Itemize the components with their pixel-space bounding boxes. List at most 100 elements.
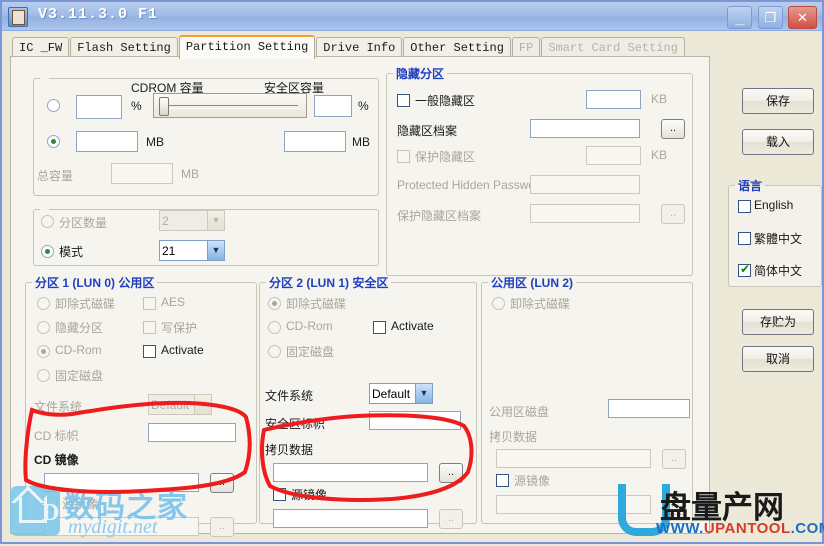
lun0-write-protect-checkbox	[143, 321, 156, 334]
partition-mode-select[interactable]: 21	[159, 240, 225, 261]
protected-hidden-file-label: 保护隐藏区档案	[397, 209, 482, 223]
save-button[interactable]: 保存	[742, 88, 814, 114]
lun0-legend: 分区 1 (LUN 0) 公用区	[35, 276, 155, 290]
lun0-aes-label: AES	[161, 295, 186, 309]
lun0-activate-checkbox[interactable]	[143, 345, 156, 358]
lun1-filesystem-label: 文件系统	[265, 389, 314, 403]
secure-mb-input[interactable]	[284, 131, 346, 152]
language-simplified-chinese-label: 简体中文	[754, 264, 803, 278]
lun0-cdrom-radio	[37, 345, 50, 358]
protected-hidden-password-input	[530, 175, 640, 194]
lun1-cdrom-label: CD-Rom	[286, 319, 333, 333]
lun1-source-image-browse-button: ..	[439, 509, 463, 529]
lun0-filesystem-label: 文件系统	[34, 400, 83, 414]
normal-hidden-checkbox[interactable]	[397, 94, 410, 107]
total-capacity-unit: MB	[181, 167, 199, 181]
lun0-cd-image-input[interactable]	[44, 473, 199, 492]
protected-hidden-file-browse-button: ..	[661, 204, 685, 224]
partition-count-label: 分区数量	[59, 216, 108, 230]
lun0-cd-label-label: CD 标帜	[34, 429, 79, 443]
title-bar: V3.11.3.0 F1 _ ❐ ✕	[2, 2, 822, 31]
lun0-hidden-label: 隐藏分区	[55, 321, 104, 335]
lun2-removable-radio	[492, 297, 505, 310]
protected-hidden-file-input	[530, 204, 640, 223]
lun2-source-image-label: 源镜像	[514, 474, 551, 488]
capacity-mb-radio[interactable]	[47, 135, 60, 148]
normal-hidden-size-input[interactable]	[586, 90, 641, 109]
lun2-source-image-input	[496, 495, 651, 514]
language-simplified-chinese-checkbox[interactable]	[738, 262, 751, 277]
cancel-button[interactable]: 取消	[742, 346, 814, 372]
window-title: V3.11.3.0 F1	[38, 6, 159, 23]
lun0-source-image-input	[44, 517, 199, 536]
lun2-legend: 公用区 (LUN 2)	[491, 276, 573, 290]
cdrom-percent-input[interactable]	[76, 95, 122, 119]
cdrom-mb-unit: MB	[146, 135, 164, 149]
cdrom-mb-input[interactable]	[76, 131, 138, 152]
secure-percent-unit: %	[358, 99, 369, 113]
close-button[interactable]: ✕	[788, 6, 817, 29]
secure-percent-input[interactable]	[314, 95, 352, 117]
partition-count-radio[interactable]	[41, 215, 54, 228]
lun1-fixed-disk-label: 固定磁盘	[286, 345, 335, 359]
lun0-aes-checkbox	[143, 297, 156, 310]
language-english-label: English	[754, 198, 794, 212]
language-traditional-chinese-label: 繁體中文	[754, 232, 803, 246]
upantool-url-suffix: .COM	[790, 520, 824, 537]
lun0-removable-radio	[37, 297, 50, 310]
partition-setting-panel: CDROM 容量 安全区容量 % % MB MB 总容量 MB 分区数量 2 ▼…	[10, 56, 710, 537]
lun2-source-image-checkbox[interactable]	[496, 474, 509, 487]
hidden-file-input[interactable]	[530, 119, 640, 138]
protected-hidden-size-input	[586, 146, 641, 165]
language-english-checkbox[interactable]	[738, 200, 751, 213]
hidden-partition-legend: 隐藏分区	[396, 67, 445, 81]
lun1-removable-radio	[268, 297, 281, 310]
tab-partition-setting[interactable]: Partition Setting	[178, 35, 316, 59]
lun0-source-image-checkbox[interactable]	[44, 497, 57, 510]
window-controls: _ ❐ ✕	[725, 6, 817, 29]
capacity-slider[interactable]	[153, 93, 307, 118]
lun2-disk-label: 公用区磁盘	[489, 405, 550, 419]
capacity-slider-track	[164, 105, 298, 109]
lun0-cd-image-browse-button[interactable]: ..	[210, 473, 234, 493]
upantool-url-mid: UPANTOOL	[703, 520, 791, 537]
maximize-button[interactable]: ❐	[757, 6, 783, 29]
minimize-button[interactable]: _	[727, 6, 753, 29]
partition-mode-label: 模式	[59, 245, 84, 259]
partition-mode-radio[interactable]	[41, 245, 54, 258]
lun1-secure-label-input[interactable]	[369, 411, 461, 430]
language-traditional-chinese-checkbox[interactable]	[738, 232, 751, 245]
protected-hidden-size-unit: KB	[651, 148, 668, 162]
lun1-source-image-checkbox[interactable]	[273, 488, 286, 501]
lun1-copy-data-browse-button[interactable]: ..	[439, 463, 463, 483]
hidden-file-browse-button[interactable]: ..	[661, 119, 685, 139]
capacity-slider-thumb[interactable]	[159, 97, 169, 116]
load-button[interactable]: 载入	[742, 129, 814, 155]
save-as-button[interactable]: 存贮为	[742, 309, 814, 335]
lun1-source-image-label: 源镜像	[291, 488, 328, 502]
minimize-icon: _	[735, 10, 745, 27]
language-legend: 语言	[738, 179, 763, 193]
hidden-file-label: 隐藏区档案	[397, 124, 458, 138]
lun1-legend: 分区 2 (LUN 1) 安全区	[269, 276, 389, 290]
lun1-copy-data-input[interactable]	[273, 463, 428, 482]
lun2-source-image-browse-button: ..	[662, 495, 686, 515]
lun1-activate-checkbox[interactable]	[373, 321, 386, 334]
lun0-source-image-label: 源镜像	[62, 497, 99, 511]
capacity-group-legend	[40, 71, 49, 85]
capacity-percent-radio[interactable]	[47, 99, 60, 112]
lun0-activate-label: Activate	[161, 343, 204, 357]
lun2-disk-input[interactable]	[608, 399, 690, 418]
maximize-icon: ❐	[764, 10, 776, 25]
lun0-cd-label-input[interactable]	[148, 423, 236, 442]
lun1-source-image-input[interactable]	[273, 509, 428, 528]
lun1-removable-label: 卸除式磁碟	[286, 297, 347, 311]
lun1-filesystem-select[interactable]: Default	[369, 383, 433, 404]
lun0-cdrom-label: CD-Rom	[55, 343, 102, 357]
lun0-removable-label: 卸除式磁碟	[55, 297, 116, 311]
application-window: V3.11.3.0 F1 _ ❐ ✕ IC _FW Flash Setting Pa…	[0, 0, 824, 544]
lun0-cd-image-label: CD 镜像	[34, 453, 79, 467]
lun1-cdrom-radio	[268, 321, 281, 334]
lun0-filesystem-select: Default	[148, 394, 212, 415]
total-capacity-label: 总容量	[37, 169, 74, 183]
